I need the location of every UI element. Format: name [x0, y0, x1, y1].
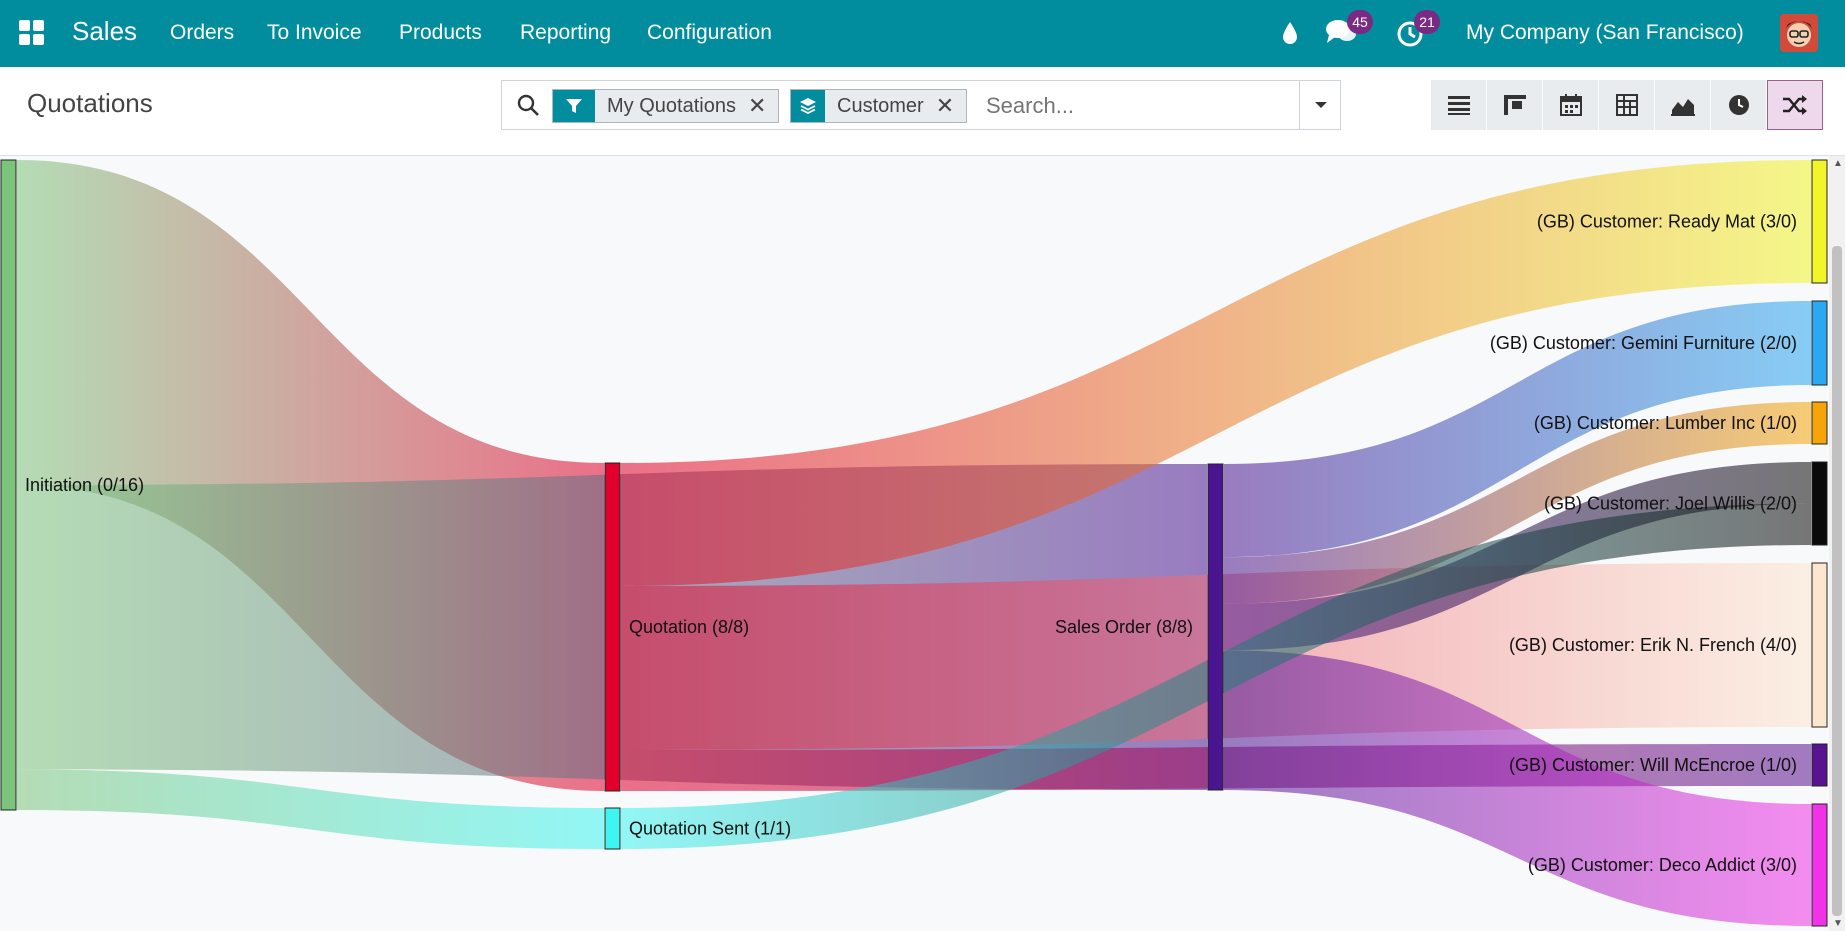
sankey-label-will: (GB) Customer: Will McEncroe (1/0) [1509, 755, 1797, 775]
menu-products[interactable]: Products [399, 21, 482, 45]
app-name[interactable]: Sales [72, 16, 137, 47]
sankey-label-deco: (GB) Customer: Deco Addict (3/0) [1528, 855, 1797, 875]
sankey-node-will[interactable] [1811, 743, 1828, 787]
messages-badge: 45 [1347, 10, 1373, 34]
menu-configuration[interactable]: Configuration [647, 21, 772, 45]
caret-down-icon [1314, 102, 1327, 108]
remove-facet-icon[interactable]: ✕ [936, 93, 966, 119]
sankey-node-deco[interactable] [1811, 803, 1828, 927]
sankey-label-ready: (GB) Customer: Ready Mat (3/0) [1537, 212, 1797, 232]
menu-orders[interactable]: Orders [170, 21, 234, 45]
sankey-node-erik[interactable] [1811, 562, 1828, 728]
apps-menu-icon[interactable] [19, 20, 45, 46]
sankey-link-init-sent[interactable] [17, 769, 604, 849]
sankey-node-quot[interactable] [604, 462, 621, 792]
sankey-links [17, 160, 1811, 926]
chart-scrollbar[interactable]: ▲ ▼ [1829, 156, 1845, 931]
sankey-view-icon[interactable] [1767, 80, 1823, 130]
sankey-label-so: Sales Order (8/8) [1055, 617, 1193, 637]
graph-view-icon[interactable] [1655, 80, 1711, 130]
calendar-view-icon[interactable] [1543, 80, 1599, 130]
top-navbar: Sales Orders To Invoice Products Reporti… [0, 0, 1845, 67]
search-bar[interactable]: My Quotations ✕ Customer ✕ [501, 80, 1341, 130]
sankey-chart: Initiation (0/16) Quotation (8/8) Quotatio… [0, 159, 1828, 927]
user-avatar[interactable] [1780, 14, 1818, 52]
sankey-node-ready[interactable] [1811, 159, 1828, 284]
sankey-node-joel[interactable] [1811, 461, 1828, 546]
sankey-label-sent: Quotation Sent (1/1) [629, 819, 791, 839]
menu-reporting[interactable]: Reporting [520, 21, 611, 45]
sankey-node-so[interactable] [1207, 463, 1224, 791]
search-input[interactable] [986, 91, 1286, 121]
search-icon[interactable] [516, 93, 540, 122]
sankey-label-init: Initiation (0/16) [25, 475, 144, 495]
sankey-label-quot: Quotation (8/8) [629, 617, 749, 637]
sankey-label-joel: (GB) Customer: Joel Willis (2/0) [1544, 494, 1797, 514]
view-switcher [1431, 80, 1823, 130]
facet-label: My Quotations [607, 94, 736, 117]
layers-icon [791, 90, 825, 122]
sankey-node-sent[interactable] [604, 807, 621, 850]
drop-icon[interactable] [1280, 20, 1300, 51]
sankey-node-gemini[interactable] [1811, 300, 1828, 386]
sankey-node-init[interactable] [0, 159, 17, 811]
menu-to-invoice[interactable]: To Invoice [267, 21, 362, 45]
facet-label: Customer [837, 94, 924, 117]
scrollbar-thumb[interactable] [1832, 246, 1842, 916]
kanban-view-icon[interactable] [1487, 80, 1543, 130]
list-view-icon[interactable] [1431, 80, 1487, 130]
scroll-down-icon[interactable]: ▼ [1833, 918, 1843, 929]
activities-badge: 21 [1414, 10, 1440, 34]
remove-facet-icon[interactable]: ✕ [748, 93, 778, 119]
sankey-label-erik: (GB) Customer: Erik N. French (4/0) [1509, 635, 1797, 655]
filter-icon [553, 90, 595, 122]
facet-my-quotations[interactable]: My Quotations ✕ [552, 89, 780, 123]
scroll-up-icon[interactable]: ▲ [1833, 158, 1843, 169]
activity-view-icon[interactable] [1711, 80, 1767, 130]
page-title: Quotations [27, 88, 153, 118]
control-panel: Quotations My Quotations ✕ Customer ✕ [0, 67, 1845, 156]
sankey-label-gemini: (GB) Customer: Gemini Furniture (2/0) [1490, 333, 1797, 353]
sankey-node-lumber[interactable] [1811, 401, 1828, 445]
sankey-label-lumber: (GB) Customer: Lumber Inc (1/0) [1534, 413, 1797, 433]
pivot-view-icon[interactable] [1599, 80, 1655, 130]
company-switcher[interactable]: My Company (San Francisco) [1466, 21, 1744, 45]
facet-customer[interactable]: Customer ✕ [790, 89, 968, 123]
search-options-toggle[interactable] [1299, 81, 1341, 129]
